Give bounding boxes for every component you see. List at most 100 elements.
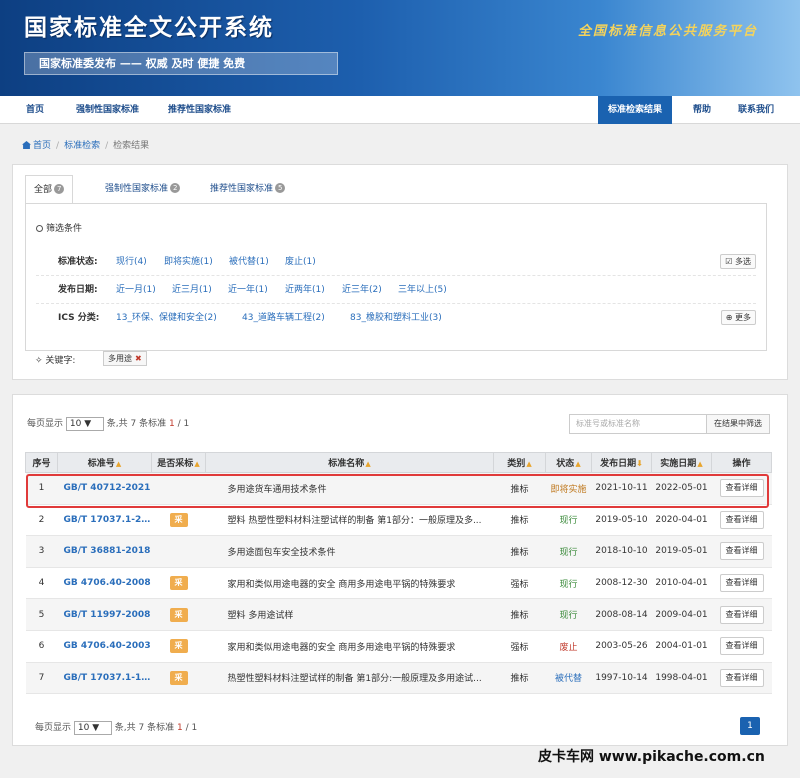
- category: 推标: [493, 598, 546, 631]
- table-row: 3 GB/T 36881-2018 多用途面包车安全技术条件 推标 现行 2018-10-…: [25, 535, 772, 568]
- header-category[interactable]: 类别▲: [493, 452, 546, 473]
- filter-option[interactable]: 43_道路车辆工程(2): [242, 304, 325, 332]
- standard-code-link[interactable]: GB/T 36881-2018: [57, 535, 152, 568]
- tab-mandatory[interactable]: 强制性国家标准 2: [97, 175, 188, 203]
- table-row: 1 GB/T 40712-2021 多用途货车通用技术条件 推标 即将实施 2021-10…: [25, 472, 772, 505]
- pagination-bottom: 每页显示 10 ▼ 条,共 7 条标准 1 / 1: [35, 720, 198, 735]
- breadcrumb-current: 检索结果: [113, 141, 150, 151]
- keyword-tag: 多用途 ✖: [103, 351, 147, 366]
- filter-option[interactable]: 近三年(2): [342, 276, 382, 304]
- filter-option[interactable]: 近一年(1): [228, 276, 268, 304]
- filter-option[interactable]: 即将实施(1): [164, 248, 213, 276]
- standard-name: 塑料 多用途试样: [205, 598, 494, 631]
- category: 推标: [493, 535, 546, 568]
- tab-count: 5: [275, 183, 286, 193]
- category: 强标: [493, 630, 546, 663]
- multi-select-button[interactable]: ☑ 多选: [720, 254, 756, 269]
- view-detail-button[interactable]: 查看详细: [719, 510, 764, 529]
- filter-row-status: 标准状态: 现行(4) 即将实施(1) 被代替(1) 废止(1) ☑ 多选: [36, 248, 756, 276]
- header-name[interactable]: 标准名称▲: [205, 452, 494, 473]
- adopt-cell: 采: [151, 662, 206, 695]
- header-publish-date[interactable]: 发布日期⬇: [591, 452, 652, 473]
- filter-option[interactable]: 近三月(1): [172, 276, 212, 304]
- header-code[interactable]: 标准号▲: [57, 452, 152, 473]
- publish-date: 2008-12-30: [591, 567, 652, 600]
- standard-code-link[interactable]: GB/T 17037.1-19...: [57, 662, 152, 695]
- header-status[interactable]: 状态▲: [545, 452, 592, 473]
- adopt-badge: 采: [169, 670, 188, 685]
- nav-search-results[interactable]: 标准检索结果: [598, 96, 673, 124]
- standard-code-link[interactable]: GB/T 11997-2008: [57, 598, 152, 631]
- status: 即将实施: [545, 472, 592, 505]
- nav-recommended[interactable]: 推荐性国家标准: [168, 96, 231, 124]
- nav-help[interactable]: 帮助: [693, 96, 711, 124]
- header-implement-date[interactable]: 实施日期▲: [651, 452, 712, 473]
- tab-count: 7: [54, 184, 65, 194]
- implement-date: 2004-01-01: [651, 630, 712, 663]
- header-adopt[interactable]: 是否采标▲: [151, 452, 206, 473]
- breadcrumb-home[interactable]: 首页: [33, 141, 51, 151]
- nav-home[interactable]: 首页: [26, 96, 44, 124]
- filter-option[interactable]: 现行(4): [116, 248, 147, 276]
- table-row: 2 GB/T 17037.1-20... 采 塑料 热塑性塑料材料注塑试样的制备 第1…: [25, 504, 772, 537]
- row-no: 4: [25, 567, 58, 600]
- category: 强标: [493, 567, 546, 600]
- implement-date: 2022-05-01: [651, 472, 712, 505]
- table-row: 7 GB/T 17037.1-19... 采 热塑性塑料材料注塑试样的制备 第1部分:…: [25, 662, 772, 695]
- standard-code-link[interactable]: GB 4706.40-2003: [57, 630, 152, 663]
- adopt-cell: [151, 472, 206, 505]
- per-page-select[interactable]: 10 ▼: [73, 720, 112, 735]
- filter-option[interactable]: 83_橡胶和塑料工业(3): [350, 304, 442, 332]
- nav-mandatory[interactable]: 强制性国家标准: [76, 96, 139, 124]
- adopt-cell: 采: [151, 630, 206, 663]
- filter-option[interactable]: 近两年(1): [285, 276, 325, 304]
- standard-name: 多用途货车通用技术条件: [205, 472, 494, 505]
- table-row: 5 GB/T 11997-2008 采 塑料 多用途试样 推标 现行 2008-08-14 2…: [25, 598, 772, 631]
- page-button[interactable]: 1: [740, 717, 760, 735]
- tab-all[interactable]: 全部 7: [25, 175, 74, 204]
- site-title: 国家标准全文公开系统: [24, 15, 274, 41]
- publish-date: 2021-10-11: [591, 472, 652, 505]
- standard-code-link[interactable]: GB/T 17037.1-20...: [57, 504, 152, 537]
- nav-contact[interactable]: 联系我们: [738, 96, 774, 124]
- category: 推标: [493, 662, 546, 695]
- standard-name: 塑料 热塑性塑料材料注塑试样的制备 第1部分：一般原理及多...: [205, 504, 494, 537]
- view-detail-button[interactable]: 查看详细: [719, 574, 764, 593]
- table-row: 4 GB 4706.40-2008 采 家用和类似用途电器的安全 商用多用途电平锅的特…: [25, 567, 772, 600]
- category: 推标: [493, 472, 546, 505]
- action-cell: 查看详细: [711, 630, 772, 663]
- standard-code-link[interactable]: GB 4706.40-2008: [57, 567, 152, 600]
- view-detail-button[interactable]: 查看详细: [719, 605, 764, 624]
- tab-recommended[interactable]: 推荐性国家标准 5: [202, 175, 293, 203]
- filter-option[interactable]: 三年以上(5): [398, 276, 447, 304]
- adopt-badge: 采: [169, 607, 188, 622]
- current-page: 1: [176, 723, 183, 733]
- view-detail-button[interactable]: 查看详细: [719, 637, 764, 656]
- results-table: 序号 标准号▲ 是否采标▲ 标准名称▲ 类别▲ 状态▲ 发布日期⬇ 实施日期▲ …: [25, 452, 772, 695]
- per-page-select[interactable]: 10 ▼: [65, 416, 104, 431]
- search-input[interactable]: 标准号或标准名称: [569, 414, 707, 434]
- current-page: 1: [168, 419, 175, 429]
- remove-keyword-icon[interactable]: ✖: [135, 354, 142, 363]
- more-button[interactable]: ⊕ 更多: [720, 310, 756, 325]
- action-cell: 查看详细: [711, 598, 772, 631]
- filter-in-results-button[interactable]: 在结果中筛选: [706, 414, 770, 434]
- standard-code-link[interactable]: GB/T 40712-2021: [57, 472, 152, 505]
- row-no: 6: [25, 630, 58, 663]
- filter-option[interactable]: 被代替(1): [229, 248, 269, 276]
- filter-option[interactable]: 废止(1): [285, 248, 316, 276]
- status: 现行: [545, 598, 592, 631]
- view-detail-button[interactable]: 查看详细: [719, 668, 764, 687]
- view-detail-button[interactable]: 查看详细: [719, 542, 764, 561]
- standard-name: 家用和类似用途电器的安全 商用多用途电平锅的特殊要求: [205, 567, 494, 600]
- filter-option[interactable]: 13_环保、保健和安全(2): [116, 304, 217, 332]
- breadcrumb-search[interactable]: 标准检索: [64, 141, 100, 151]
- action-cell: 查看详细: [711, 535, 772, 568]
- filter-option[interactable]: 近一月(1): [116, 276, 156, 304]
- site-banner: 国家标准全文公开系统 国家标准委发布 —— 权威 及时 便捷 免费 全国标准信息…: [0, 0, 800, 96]
- implement-date: 2009-04-01: [651, 598, 712, 631]
- standard-name: 多用途面包车安全技术条件: [205, 535, 494, 568]
- view-detail-button[interactable]: 查看详细: [719, 479, 764, 498]
- status: 现行: [545, 504, 592, 537]
- search-icon: [36, 225, 43, 232]
